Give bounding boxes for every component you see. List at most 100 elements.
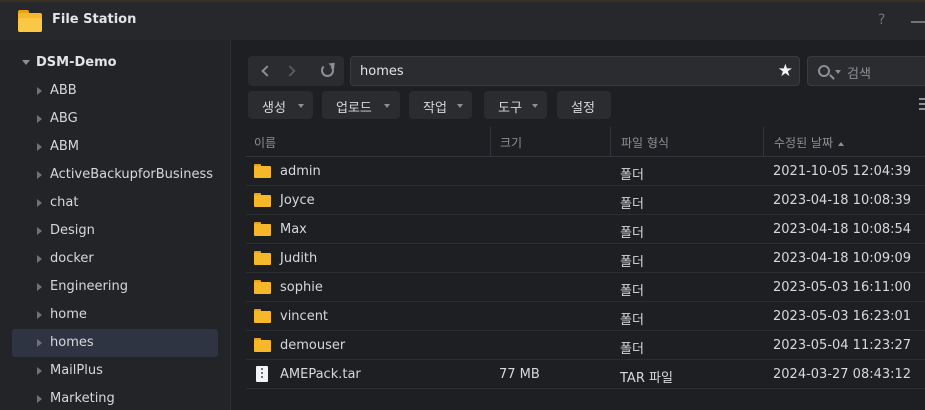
sidebar-item-docker[interactable]: docker bbox=[12, 245, 218, 273]
folder-icon bbox=[254, 222, 271, 236]
current-path: homes bbox=[360, 64, 404, 79]
folder-icon bbox=[254, 164, 271, 178]
sidebar-item-label: ABG bbox=[50, 111, 78, 126]
file-name: admin bbox=[280, 164, 321, 179]
forward-button[interactable] bbox=[279, 56, 307, 86]
column-type-label: 파일 형식 bbox=[621, 136, 669, 150]
file-table-header: 이름 크기 파일 형식 수정된 날짜 bbox=[246, 127, 925, 157]
sidebar-root-label: DSM-Demo bbox=[36, 55, 117, 70]
window-title: File Station bbox=[52, 12, 137, 27]
minimize-button[interactable] bbox=[911, 21, 925, 23]
table-row[interactable]: Max 폴더 2023-04-18 10:08:54 bbox=[246, 215, 925, 244]
file-type: 폴더 bbox=[620, 255, 644, 270]
sidebar-item-abb[interactable]: ABB bbox=[12, 77, 218, 105]
expand-arrow-icon[interactable] bbox=[37, 311, 42, 319]
column-header-modified[interactable]: 수정된 날짜 bbox=[763, 127, 925, 157]
settings-button[interactable]: 설정 bbox=[557, 91, 611, 119]
sidebar-item-engineering[interactable]: Engineering bbox=[12, 273, 218, 301]
expand-arrow-icon[interactable] bbox=[37, 339, 42, 347]
file-modified-date: 2023-05-04 11:23:27 bbox=[773, 338, 912, 353]
table-row[interactable]: Joyce 폴더 2023-04-18 10:08:39 bbox=[246, 186, 925, 215]
help-button[interactable]: ? bbox=[878, 12, 885, 28]
search-placeholder: 검색 bbox=[847, 67, 871, 82]
sidebar-item-marketing[interactable]: Marketing bbox=[12, 385, 218, 410]
dropdown-caret-icon bbox=[457, 104, 463, 108]
chevron-right-icon bbox=[284, 65, 296, 77]
expand-arrow-icon[interactable] bbox=[37, 367, 42, 375]
sidebar-item-label: ActiveBackupforBusiness bbox=[50, 167, 214, 182]
column-header-size[interactable]: 크기 bbox=[490, 127, 610, 157]
expand-arrow-icon[interactable] bbox=[37, 199, 42, 207]
file-type: 폴더 bbox=[620, 313, 644, 328]
folder-icon bbox=[254, 280, 271, 294]
file-name: AMEPack.tar bbox=[280, 367, 361, 382]
sidebar-item-design[interactable]: Design bbox=[12, 217, 218, 245]
upload-button[interactable]: 업로드 bbox=[322, 91, 400, 119]
expand-arrow-icon[interactable] bbox=[37, 115, 42, 123]
table-row[interactable]: sophie 폴더 2023-05-03 16:11:00 bbox=[246, 273, 925, 302]
file-modified-date: 2023-05-03 16:23:01 bbox=[773, 309, 912, 324]
search-icon bbox=[818, 65, 830, 77]
sidebar-item-chat[interactable]: chat bbox=[12, 189, 218, 217]
path-bar[interactable]: homes ★ bbox=[350, 56, 800, 86]
expand-arrow-icon[interactable] bbox=[37, 143, 42, 151]
file-modified-date: 2023-04-18 10:08:54 bbox=[773, 222, 912, 237]
sidebar-item-activebackupforbusiness[interactable]: ActiveBackupforBusiness bbox=[12, 161, 218, 189]
action-button-label: 작업 bbox=[423, 101, 447, 116]
folder-icon bbox=[254, 193, 271, 207]
file-name: sophie bbox=[280, 280, 323, 295]
create-button[interactable]: 생성 bbox=[248, 91, 313, 119]
file-type: 폴더 bbox=[620, 168, 644, 183]
sidebar-item-abg[interactable]: ABG bbox=[12, 105, 218, 133]
tools-button[interactable]: 도구 bbox=[484, 91, 547, 119]
sidebar-item-home[interactable]: home bbox=[12, 301, 218, 329]
sidebar-item-label: MailPlus bbox=[50, 363, 103, 378]
favorite-star-icon[interactable]: ★ bbox=[778, 61, 793, 81]
search-options-caret-icon[interactable] bbox=[835, 70, 841, 74]
column-header-type[interactable]: 파일 형식 bbox=[610, 127, 763, 157]
sidebar: DSM-Demo ABB ABG ABM ActiveBackupforBusines… bbox=[0, 40, 231, 410]
expand-arrow-icon[interactable] bbox=[37, 283, 42, 291]
file-size: 77 MB bbox=[499, 367, 540, 382]
sidebar-item-label: homes bbox=[50, 335, 94, 350]
file-type: 폴더 bbox=[620, 284, 644, 299]
expand-arrow-icon[interactable] bbox=[37, 255, 42, 263]
file-name: Joyce bbox=[280, 193, 315, 208]
expand-caret-icon[interactable] bbox=[22, 60, 30, 65]
sidebar-item-abm[interactable]: ABM bbox=[12, 133, 218, 161]
list-view-icon[interactable] bbox=[919, 98, 925, 110]
sidebar-item-label: docker bbox=[50, 251, 94, 266]
table-row[interactable]: vincent 폴더 2023-05-03 16:23:01 bbox=[246, 302, 925, 331]
file-name: Max bbox=[280, 222, 307, 237]
file-modified-date: 2023-04-18 10:09:09 bbox=[773, 251, 912, 266]
expand-arrow-icon[interactable] bbox=[37, 171, 42, 179]
dropdown-caret-icon bbox=[298, 104, 304, 108]
table-row[interactable]: AMEPack.tar 77 MB TAR 파일 2024-03-27 08:43:1… bbox=[246, 360, 925, 389]
sidebar-item-label: chat bbox=[50, 195, 79, 210]
sidebar-item-mailplus[interactable]: MailPlus bbox=[12, 357, 218, 385]
file-name: vincent bbox=[280, 309, 329, 324]
column-header-name[interactable]: 이름 bbox=[254, 127, 484, 157]
expand-arrow-icon[interactable] bbox=[37, 227, 42, 235]
archive-file-icon bbox=[256, 366, 268, 382]
file-name: Judith bbox=[280, 251, 318, 266]
expand-arrow-icon[interactable] bbox=[37, 395, 42, 403]
table-row[interactable]: admin 폴더 2021-10-05 12:04:39 bbox=[246, 157, 925, 186]
dropdown-caret-icon bbox=[384, 104, 390, 108]
sidebar-item-label: Engineering bbox=[50, 279, 128, 294]
file-name: demouser bbox=[280, 338, 346, 353]
sidebar-item-label: ABM bbox=[50, 139, 80, 154]
file-modified-date: 2024-03-27 08:43:12 bbox=[773, 367, 912, 382]
folder-icon bbox=[254, 338, 271, 352]
sidebar-item-homes[interactable]: homes bbox=[12, 329, 218, 357]
create-button-label: 생성 bbox=[262, 101, 286, 116]
table-row[interactable]: demouser 폴더 2023-05-04 11:23:27 bbox=[246, 331, 925, 360]
table-row[interactable]: Judith 폴더 2023-04-18 10:09:09 bbox=[246, 244, 925, 273]
action-button[interactable]: 작업 bbox=[409, 91, 472, 119]
expand-arrow-icon[interactable] bbox=[37, 87, 42, 95]
search-input[interactable]: 검색 bbox=[807, 56, 925, 86]
chevron-left-icon bbox=[261, 65, 273, 77]
file-type: 폴더 bbox=[620, 226, 644, 241]
refresh-button[interactable] bbox=[313, 56, 341, 86]
back-button[interactable] bbox=[251, 56, 279, 86]
